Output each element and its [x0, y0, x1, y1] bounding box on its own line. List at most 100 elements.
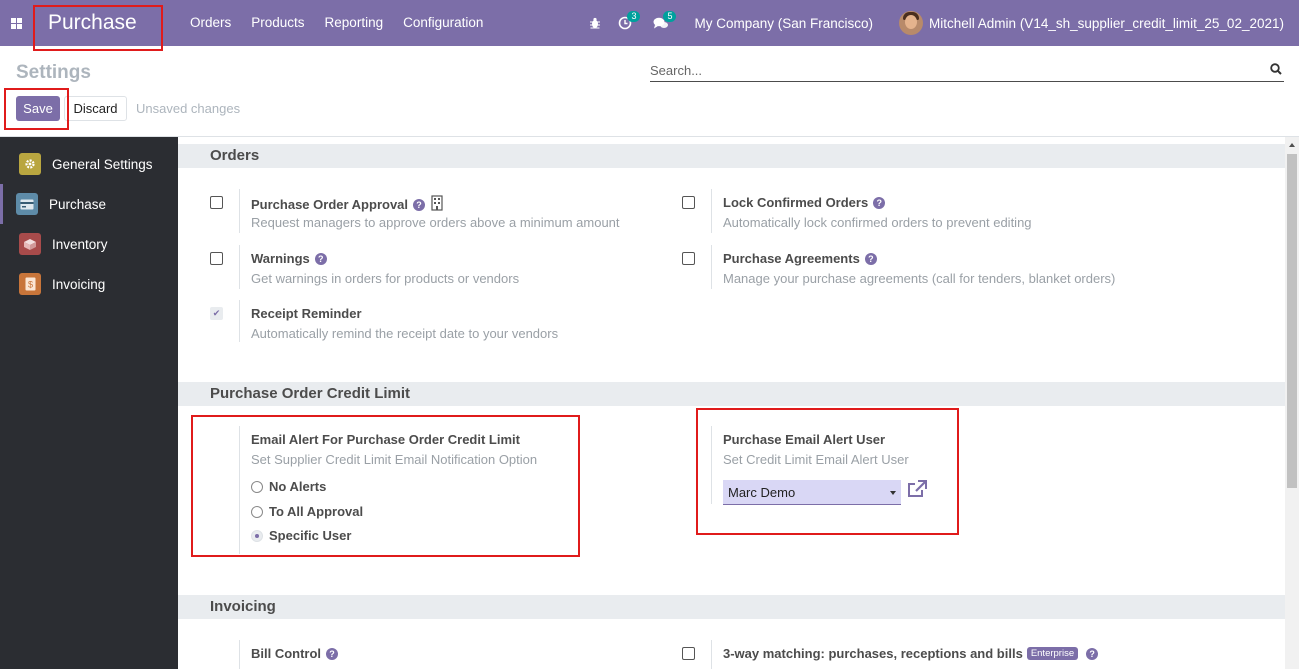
- menu-configuration[interactable]: Configuration: [393, 0, 493, 46]
- save-button[interactable]: Save: [16, 96, 60, 121]
- menu-products[interactable]: Products: [241, 0, 314, 46]
- setting-label-text: Email Alert For Purchase Order Credit Li…: [251, 432, 520, 447]
- help-icon[interactable]: ?: [413, 198, 426, 211]
- activity-clock-icon[interactable]: 3: [610, 0, 641, 46]
- help-icon[interactable]: ?: [314, 252, 327, 265]
- user-avatar[interactable]: [899, 11, 924, 35]
- radio-to-all-approval[interactable]: To All Approval: [251, 504, 363, 519]
- section-invoicing-title: Invoicing: [178, 595, 1285, 619]
- three-way-matching-checkbox[interactable]: [682, 647, 695, 660]
- external-link-icon[interactable]: [907, 480, 927, 501]
- sidebar-item-inventory[interactable]: Inventory: [0, 224, 178, 264]
- search-icon[interactable]: [1270, 63, 1282, 78]
- setting-label: Receipt Reminder: [251, 306, 362, 321]
- setting-label: Bill Control ?: [251, 646, 339, 661]
- setting-divider: [711, 245, 712, 289]
- sidebar-item-label: Inventory: [52, 236, 108, 252]
- apps-menu-button[interactable]: [0, 0, 32, 46]
- activity-count-badge: 3: [627, 11, 641, 22]
- setting-label-text: 3-way matching: purchases, receptions an…: [723, 646, 1023, 661]
- warnings-checkbox[interactable]: [210, 252, 223, 265]
- scroll-up-arrow-icon[interactable]: [1289, 143, 1295, 147]
- setting-email-alert: Email Alert For Purchase Order Credit Li…: [210, 426, 650, 554]
- setting-label: 3-way matching: purchases, receptions an…: [723, 646, 1099, 661]
- radio-button[interactable]: [251, 505, 263, 518]
- setting-label-text: Bill Control: [251, 646, 322, 661]
- setting-alert-user: Purchase Email Alert User Set Credit Lim…: [682, 426, 1122, 512]
- radio-button[interactable]: [251, 529, 263, 542]
- setting-divider: [239, 189, 240, 233]
- sidebar-item-general-settings[interactable]: General Settings: [0, 144, 178, 184]
- search-input[interactable]: [650, 62, 1250, 78]
- unsaved-status: Unsaved changes: [136, 101, 241, 116]
- radio-no-alerts[interactable]: No Alerts: [251, 479, 326, 494]
- page-title: Settings: [16, 62, 91, 83]
- setting-divider: [239, 300, 240, 342]
- alert-user-select[interactable]: Marc Demo: [723, 480, 901, 505]
- app-brand[interactable]: Purchase: [48, 11, 178, 35]
- setting-label: Lock Confirmed Orders ?: [723, 195, 886, 210]
- help-icon[interactable]: ?: [326, 647, 339, 660]
- radio-button[interactable]: [251, 480, 263, 493]
- purchase-order-approval-checkbox[interactable]: [210, 196, 223, 209]
- chevron-down-icon: [890, 491, 896, 495]
- control-panel: Settings Save Discard Unsaved changes: [0, 46, 1299, 137]
- inventory-icon: [19, 233, 41, 255]
- svg-text:$: $: [27, 280, 32, 290]
- setting-label: Purchase Order Approval ?: [251, 195, 443, 214]
- setting-label: Email Alert For Purchase Order Credit Li…: [251, 432, 520, 447]
- setting-label: Purchase Email Alert User: [723, 432, 885, 447]
- top-navbar: Purchase Orders Products Reporting Confi…: [0, 0, 1299, 46]
- setting-divider: [711, 189, 712, 233]
- help-icon[interactable]: ?: [864, 252, 877, 265]
- content-scrollbar[interactable]: [1285, 137, 1299, 669]
- help-icon[interactable]: ?: [873, 196, 886, 209]
- radio-specific-user[interactable]: Specific User: [251, 528, 351, 543]
- company-building-icon: [431, 195, 443, 214]
- setting-description: Request managers to approve orders above…: [251, 215, 620, 230]
- setting-label: Purchase Agreements ?: [723, 251, 877, 266]
- purchase-icon: [16, 193, 38, 215]
- gear-icon: [19, 153, 41, 175]
- setting-divider: [239, 245, 240, 289]
- sidebar-item-label: General Settings: [52, 156, 153, 172]
- user-menu[interactable]: Mitchell Admin (V14_sh_supplier_credit_l…: [929, 16, 1284, 31]
- main-menu: Orders Products Reporting Configuration: [180, 0, 493, 46]
- menu-reporting[interactable]: Reporting: [315, 0, 394, 46]
- section-credit-limit-title: Purchase Order Credit Limit: [178, 382, 1285, 406]
- lock-confirmed-orders-checkbox[interactable]: [682, 196, 695, 209]
- setting-label: Warnings ?: [251, 251, 327, 266]
- message-count-badge: 5: [663, 11, 677, 22]
- setting-label-text: Purchase Order Approval: [251, 197, 409, 212]
- menu-orders[interactable]: Orders: [180, 0, 241, 46]
- sidebar-item-invoicing[interactable]: $ Invoicing: [0, 264, 178, 304]
- scrollbar-thumb[interactable]: [1287, 154, 1297, 488]
- receipt-reminder-checkbox[interactable]: ✔: [210, 307, 223, 320]
- radio-label: Specific User: [269, 528, 352, 543]
- debug-bug-icon[interactable]: [580, 0, 610, 46]
- sidebar-item-purchase[interactable]: Purchase: [0, 184, 178, 224]
- select-value: Marc Demo: [728, 485, 796, 500]
- radio-label: No Alerts: [269, 479, 327, 494]
- setting-label-text: Purchase Agreements: [723, 251, 860, 266]
- setting-description: Automatically lock confirmed orders to p…: [723, 215, 1032, 230]
- setting-divider: [711, 640, 712, 669]
- purchase-agreements-checkbox[interactable]: [682, 252, 695, 265]
- company-switcher[interactable]: My Company (San Francisco): [694, 16, 873, 31]
- setting-divider: [239, 426, 240, 554]
- help-icon[interactable]: ?: [1086, 647, 1099, 660]
- setting-description: Set Supplier Credit Limit Email Notifica…: [251, 452, 538, 467]
- navbar-systray: 3 5 My Company (San Francisco) Mitchell …: [580, 0, 1299, 46]
- messages-icon[interactable]: 5: [646, 0, 677, 46]
- setting-description: Automatically remind the receipt date to…: [251, 326, 559, 341]
- invoicing-icon: $: [19, 273, 41, 295]
- apps-grid-icon: [10, 17, 22, 29]
- setting-description: Get warnings in orders for products or v…: [251, 271, 520, 286]
- setting-description: Set Credit Limit Email Alert User: [723, 452, 909, 467]
- discard-button[interactable]: Discard: [64, 96, 127, 121]
- setting-label-text: Purchase Email Alert User: [723, 432, 886, 447]
- setting-label-text: Lock Confirmed Orders: [723, 195, 869, 210]
- setting-description: Manage your purchase agreements (call fo…: [723, 271, 1116, 286]
- setting-divider: [711, 426, 712, 504]
- enterprise-badge: Enterprise: [1026, 647, 1079, 660]
